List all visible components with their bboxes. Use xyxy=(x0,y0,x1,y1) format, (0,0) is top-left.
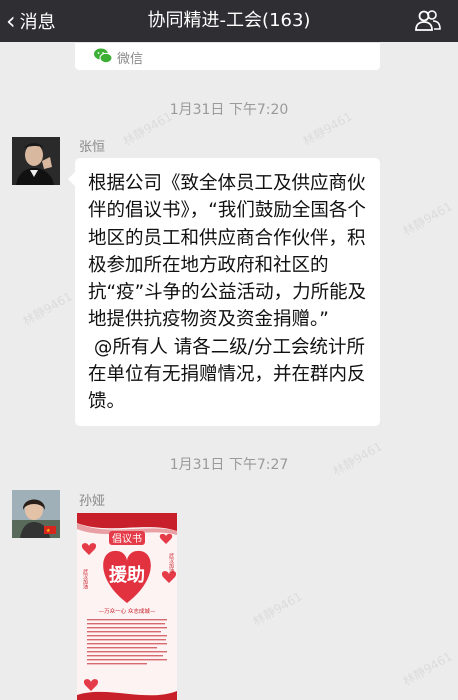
poster-image: 倡议书 援助 武汉加油 武汉加油 —万众一心 众志成城— xyxy=(77,513,177,700)
chat-screen: 林静9461 林静9461 林静9461 林静9461 林静9461 林静946… xyxy=(0,0,458,700)
shared-card-footer[interactable]: 微信 xyxy=(75,42,380,70)
chat-title: 协同精进-工会(163) xyxy=(147,10,311,31)
sender-name: 孙娅 xyxy=(79,494,106,509)
poster-heart-text: 援助 xyxy=(109,564,145,586)
chevron-left-icon: ‹ xyxy=(6,7,16,35)
watermark: 林静9461 xyxy=(20,289,75,329)
message-timestamp: 1月31日 下午7:20 xyxy=(169,102,289,118)
watermark: 林静9461 xyxy=(400,199,455,239)
message-timestamp: 1月31日 下午7:27 xyxy=(169,457,289,473)
back-label: 消息 xyxy=(19,12,56,33)
group-members-icon xyxy=(415,10,441,31)
avatar[interactable] xyxy=(12,137,60,185)
message-bubble[interactable]: 根据公司《致全体员工及供应商伙伴的倡议书》，“我们鼓励全国各个地区的员工和供应商… xyxy=(68,158,380,426)
wechat-icon xyxy=(94,48,113,64)
back-button[interactable]: ‹ 消息 xyxy=(6,0,56,42)
poster-side-text: 武汉加油 xyxy=(82,568,88,590)
person-photo: ★ xyxy=(12,490,60,538)
svg-text:★: ★ xyxy=(46,528,51,534)
sender-name: 张恒 xyxy=(79,140,106,155)
poster-side-text: 武汉加油 xyxy=(168,552,174,574)
image-message[interactable]: 倡议书 援助 武汉加油 武汉加油 —万众一心 众志成城— xyxy=(77,513,177,700)
nav-bar: ‹ 消息 协同精进-工会(163) xyxy=(0,0,458,42)
watermark: 林静9461 xyxy=(250,589,305,629)
person-photo xyxy=(12,137,60,185)
poster-title: 倡议书 xyxy=(112,533,142,545)
message-text: 根据公司《致全体员工及供应商伙伴的倡议书》，“我们鼓励全国各个地区的员工和供应商… xyxy=(88,173,367,413)
poster-slogan: —万众一心 众志成城— xyxy=(99,607,156,615)
watermark: 林静9461 xyxy=(400,649,455,689)
card-source-label: 微信 xyxy=(117,52,144,67)
avatar[interactable]: ★ xyxy=(12,490,60,538)
group-members-button[interactable] xyxy=(414,9,442,33)
